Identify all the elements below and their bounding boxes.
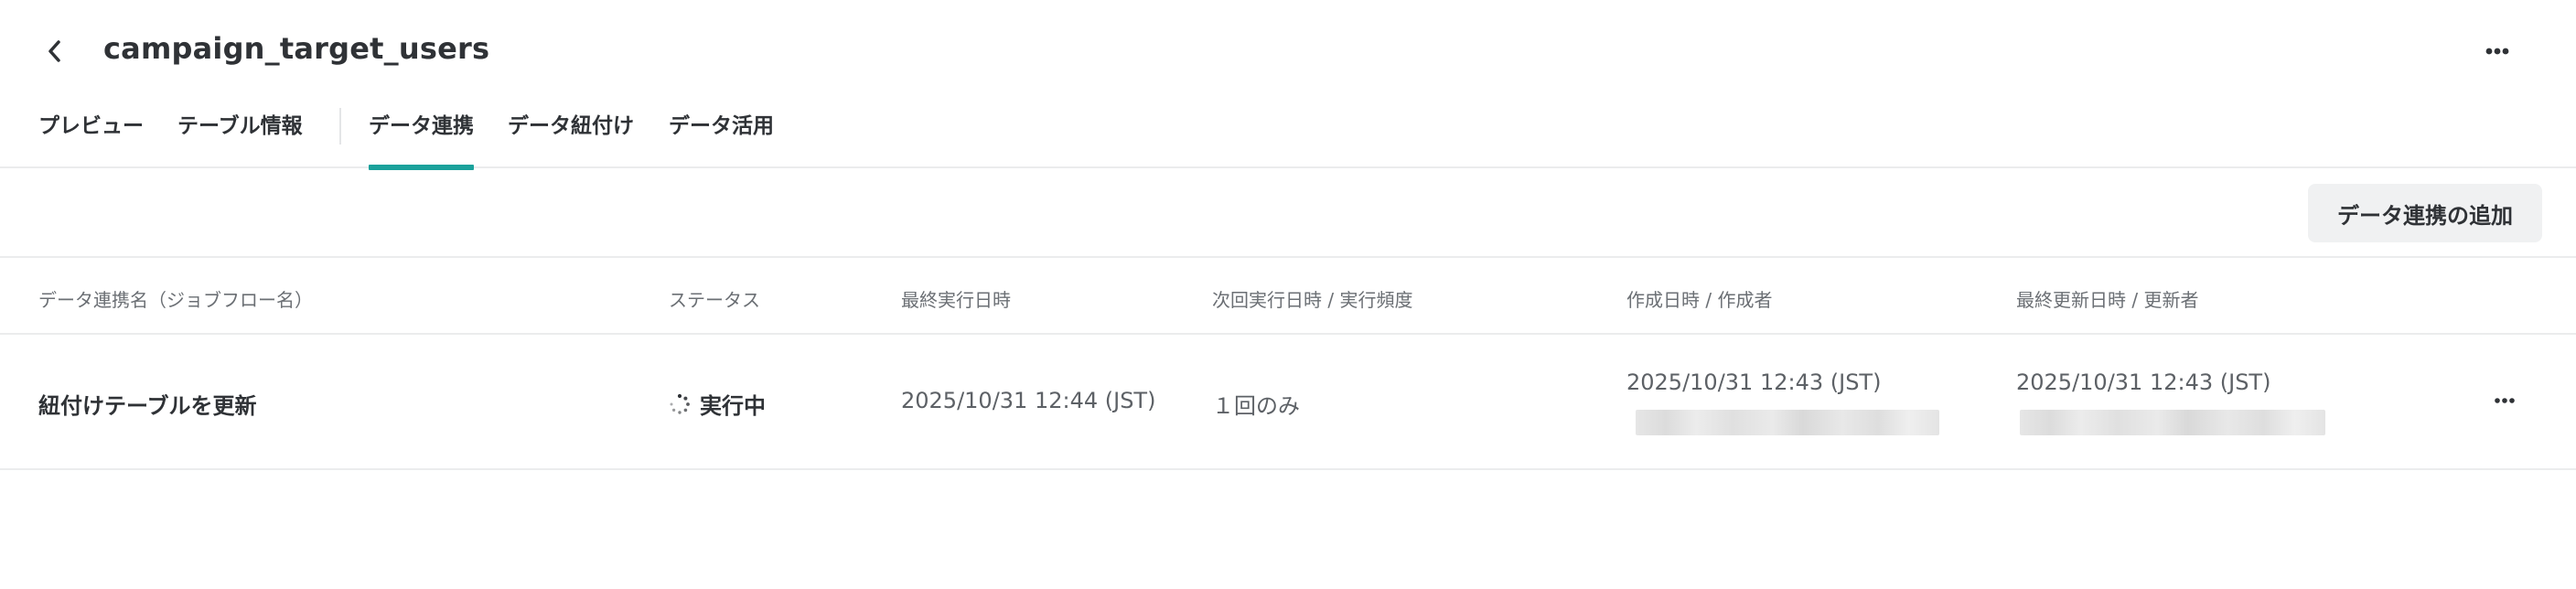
column-header-name: データ連携名（ジョブフロー名） bbox=[38, 289, 313, 311]
more-horizontal-icon bbox=[2495, 398, 2515, 403]
back-button[interactable] bbox=[37, 33, 73, 70]
tab-table-info[interactable]: テーブル情報 bbox=[177, 108, 303, 168]
created-time: 2025/10/31 12:43 (JST) bbox=[1626, 369, 1882, 395]
table-header: データ連携名（ジョブフロー名） ステータス 最終実行日時 次回実行日時 / 実行… bbox=[0, 258, 2576, 335]
column-header-last-run: 最終実行日時 bbox=[901, 289, 1011, 311]
last-run-time: 2025/10/31 12:44 (JST) bbox=[901, 388, 1156, 413]
creator-redacted bbox=[1636, 410, 1939, 435]
tab-preview[interactable]: プレビュー bbox=[38, 108, 144, 168]
status-badge: 実行中 bbox=[669, 388, 766, 420]
page-title: campaign_target_users bbox=[103, 31, 490, 66]
integration-name[interactable]: 紐付けテーブルを更新 bbox=[38, 388, 257, 420]
column-header-next-run: 次回実行日時 / 実行頻度 bbox=[1212, 289, 1413, 311]
toolbar: データ連携の追加 bbox=[0, 170, 2576, 258]
tab-data-integration[interactable]: データ連携 bbox=[369, 108, 474, 170]
column-header-updated: 最終更新日時 / 更新者 bbox=[2016, 289, 2199, 311]
status-label: 実行中 bbox=[700, 393, 766, 419]
page-header: campaign_target_users プレビュー テーブル情報 データ連携… bbox=[0, 0, 2576, 170]
more-horizontal-icon bbox=[2485, 48, 2509, 55]
tab-divider bbox=[339, 108, 341, 145]
table-row[interactable]: 紐付けテーブルを更新 実行中 2025/10/31 12:44 (JST) １回… bbox=[0, 335, 2576, 470]
tab-data-usage[interactable]: データ活用 bbox=[669, 108, 774, 168]
updater-redacted bbox=[2020, 410, 2325, 435]
spinner-icon bbox=[670, 393, 690, 414]
column-header-status: ステータス bbox=[669, 289, 760, 311]
add-data-integration-button[interactable]: データ連携の追加 bbox=[2308, 184, 2542, 242]
updated-time: 2025/10/31 12:43 (JST) bbox=[2016, 369, 2271, 395]
chevron-left-icon bbox=[48, 40, 60, 62]
more-options-button[interactable] bbox=[2479, 33, 2516, 70]
tab-data-mapping[interactable]: データ紐付け bbox=[508, 108, 634, 168]
next-run-frequency: １回のみ bbox=[1212, 393, 1300, 419]
row-more-options-button[interactable] bbox=[2486, 382, 2523, 419]
column-header-created: 作成日時 / 作成者 bbox=[1626, 289, 1773, 311]
